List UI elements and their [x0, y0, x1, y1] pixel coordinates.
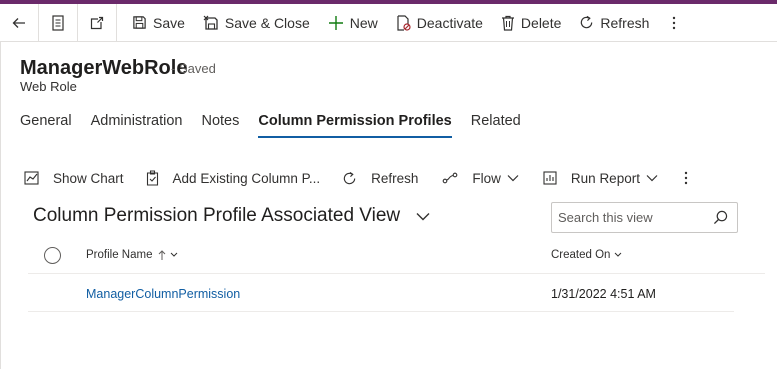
- more-commands-button[interactable]: [662, 4, 686, 42]
- tab-column-permission-profiles[interactable]: Column Permission Profiles: [258, 112, 453, 138]
- refresh-icon: [343, 171, 356, 184]
- flow-label: Flow: [472, 170, 501, 186]
- add-existing-button[interactable]: Add Existing Column P...: [138, 162, 329, 194]
- entity-name: Web Role: [20, 79, 77, 94]
- view-title: Column Permission Profile Associated Vie…: [33, 205, 401, 226]
- chevron-down-icon: [507, 175, 519, 182]
- tab-administration[interactable]: Administration: [91, 112, 183, 138]
- chevron-down-icon: [615, 252, 622, 257]
- deactivate-label: Deactivate: [416, 14, 483, 31]
- deactivate-icon: [397, 14, 411, 31]
- new-label: New: [349, 14, 378, 31]
- back-arrow-icon: [12, 17, 25, 28]
- page-title: ManagerWebRole: [20, 57, 188, 79]
- sort-ascending-icon: [159, 249, 166, 260]
- more-vertical-icon: [684, 171, 688, 185]
- delete-button[interactable]: Delete: [492, 4, 570, 42]
- save-status: - Saved: [171, 61, 216, 76]
- form-icon: [52, 14, 64, 31]
- grid-header: Profile Name Created On: [28, 240, 765, 274]
- save-label: Save: [153, 14, 185, 31]
- chevron-down-icon: [416, 212, 430, 220]
- column-header-created-on[interactable]: Created On: [551, 249, 622, 261]
- show-chart-label: Show Chart: [53, 170, 124, 186]
- form-tabs: General Administration Notes Column Perm…: [20, 112, 540, 138]
- select-all-checkbox[interactable]: [44, 247, 61, 264]
- search-icon: [713, 210, 728, 225]
- run-report-button[interactable]: Run Report: [535, 162, 666, 194]
- add-existing-label: Add Existing Column P...: [172, 170, 321, 186]
- back-button[interactable]: [0, 4, 38, 42]
- save-and-close-button[interactable]: Save & Close: [194, 4, 319, 42]
- tab-notes[interactable]: Notes: [201, 112, 239, 138]
- view-selector[interactable]: Column Permission Profile Associated Vie…: [33, 205, 430, 227]
- trash-icon: [501, 15, 514, 31]
- report-icon: [543, 171, 557, 185]
- open-new-window-button[interactable]: [78, 4, 116, 42]
- search-box: [551, 202, 738, 233]
- deactivate-button[interactable]: Deactivate: [387, 4, 492, 42]
- profile-name-link[interactable]: ManagerColumnPermission: [86, 287, 240, 301]
- form-left-border: [0, 42, 1, 369]
- subgrid-command-bar: Show Chart Add Existing Column P... Refr…: [16, 162, 710, 194]
- subgrid-more-button[interactable]: [676, 162, 710, 194]
- column-header-label: Created On: [551, 249, 611, 261]
- save-button[interactable]: Save: [123, 4, 194, 42]
- tab-related[interactable]: Related: [471, 112, 521, 138]
- chart-icon: [24, 171, 39, 185]
- add-existing-icon: [146, 170, 158, 186]
- flow-button[interactable]: Flow: [434, 162, 527, 194]
- refresh-label: Refresh: [600, 14, 650, 31]
- run-report-label: Run Report: [570, 170, 640, 186]
- more-vertical-icon: [673, 16, 676, 29]
- chevron-down-icon: [646, 175, 658, 182]
- command-bar: Save Save & Close New Deactivate Delete: [0, 3, 777, 42]
- search-input[interactable]: [552, 210, 702, 225]
- new-button[interactable]: New: [319, 4, 387, 42]
- save-close-icon: [203, 15, 218, 30]
- separator: [116, 3, 117, 42]
- column-header-profile-name[interactable]: Profile Name: [86, 249, 178, 261]
- subgrid-refresh-button[interactable]: Refresh: [334, 162, 426, 194]
- delete-label: Delete: [520, 14, 562, 31]
- flow-icon: [443, 172, 458, 184]
- plus-icon: [328, 15, 343, 30]
- refresh-icon: [581, 15, 593, 29]
- tab-general[interactable]: General: [20, 112, 72, 138]
- refresh-button[interactable]: Refresh: [570, 4, 658, 42]
- form-view-button[interactable]: [39, 4, 77, 42]
- created-on-cell: 1/31/2022 4:51 AM: [551, 287, 656, 301]
- show-chart-button[interactable]: Show Chart: [16, 162, 132, 194]
- chevron-down-icon: [171, 252, 178, 257]
- table-row[interactable]: ManagerColumnPermission 1/31/2022 4:51 A…: [28, 276, 734, 312]
- column-header-label: Profile Name: [86, 249, 153, 261]
- open-new-window-icon: [90, 16, 104, 29]
- save-and-close-label: Save & Close: [224, 14, 310, 31]
- search-button[interactable]: [713, 210, 728, 230]
- subgrid-refresh-label: Refresh: [371, 170, 419, 186]
- save-icon: [133, 16, 146, 29]
